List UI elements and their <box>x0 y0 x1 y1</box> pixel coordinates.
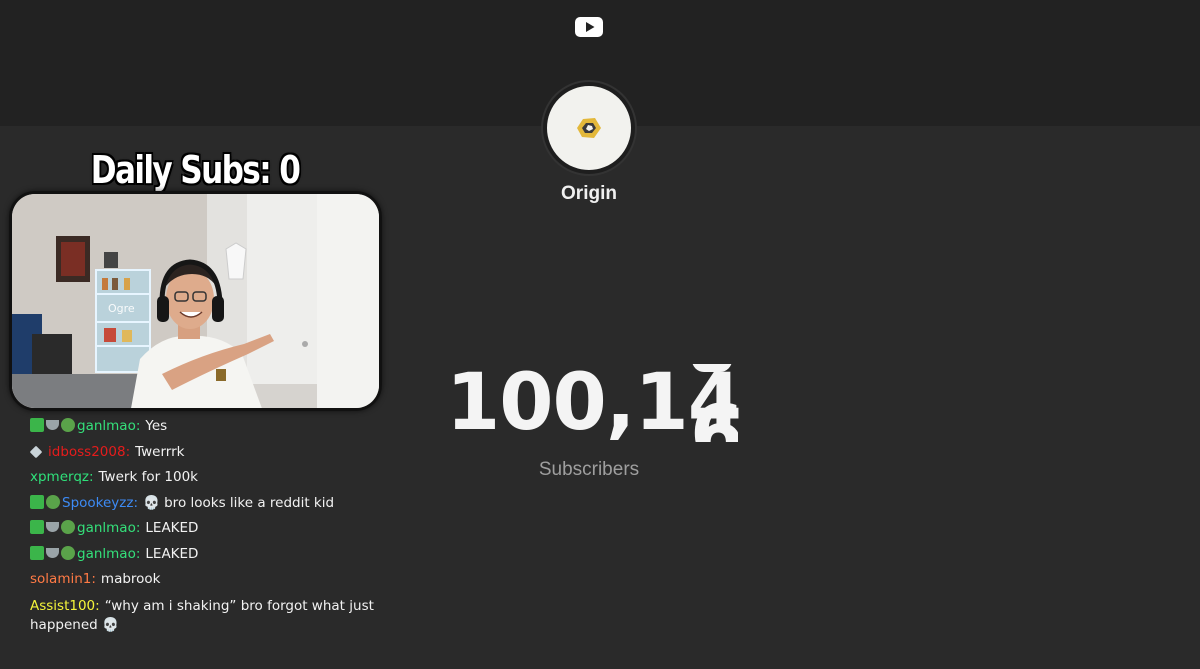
chat-message-text: LEAKED <box>145 520 199 536</box>
chat-badge-cup-icon <box>46 547 59 558</box>
chat-message: idboss2008: Twerrrk <box>29 440 390 466</box>
chat-badge-green-icon <box>30 494 44 509</box>
svg-text:Ogre: Ogre <box>108 302 135 315</box>
chat-badge-green-icon <box>30 520 44 534</box>
webcam-feed: Ogre <box>9 191 382 411</box>
chat-badge-green-icon <box>30 418 44 432</box>
chat-message: ganlmao: LEAKED <box>30 542 390 568</box>
chat-username: solamin1: <box>30 571 96 587</box>
chat-username: idboss2008: <box>48 443 131 460</box>
chat-badge-face-icon <box>61 418 75 432</box>
subscriber-rolling-digit: 6 <box>690 364 738 442</box>
chat-badge-cup-icon <box>46 420 59 430</box>
chat-username: xpmerqz: <box>30 469 94 485</box>
chat-message-text: LEAKED <box>145 545 199 562</box>
chat-message: solamin1: mabrook <box>30 567 390 593</box>
chat-badge-cup-icon <box>46 522 59 532</box>
chat-badge-face-icon <box>61 520 75 534</box>
chat-message: xpmerqz: Twerk for 100k <box>30 465 390 491</box>
chat-username: ganlmao: <box>77 520 141 536</box>
chat-badge-green-icon <box>30 545 44 560</box>
chat-message: Assist100: “why am i shaking” bro forgot … <box>30 593 390 635</box>
chat-message: Spookeyzz: 💀 bro looks like a reddit kid <box>30 491 390 517</box>
daily-subs-overlay: Daily Subs: 0 <box>90 148 301 192</box>
chat-message-text: mabrook <box>100 571 161 587</box>
subscribers-label: Subscribers <box>538 459 640 480</box>
chat-message: ganlmao: Yes <box>30 414 390 440</box>
channel-name: Origin <box>561 183 617 204</box>
chat-message: ganlmao: LEAKED <box>30 516 390 542</box>
chat-username: ganlmao: <box>77 418 141 434</box>
channel-logo-icon <box>577 118 601 138</box>
chat-username: ganlmao: <box>77 545 141 562</box>
chat-badge-face-icon <box>61 545 75 560</box>
channel-avatar <box>543 82 635 174</box>
chat-overlay: ganlmao: Yes idboss2008: Twerrrk xpmerqz: Twe… <box>29 414 390 635</box>
subscriber-last-digit: 6 <box>690 390 738 442</box>
chat-badge-diamond-icon <box>29 445 43 458</box>
chat-username: Spookeyzz: <box>62 494 139 511</box>
youtube-logo-icon <box>575 17 603 37</box>
chat-badge-face-icon <box>46 494 60 509</box>
chat-message-text: 💀 bro looks like a reddit kid <box>143 494 335 511</box>
chat-username: Assist100: <box>30 597 100 614</box>
chat-message-text: Twerrrk <box>135 443 185 460</box>
chat-message-text: Yes <box>145 418 168 434</box>
chat-message-text: Twerk for 100k <box>98 469 199 485</box>
